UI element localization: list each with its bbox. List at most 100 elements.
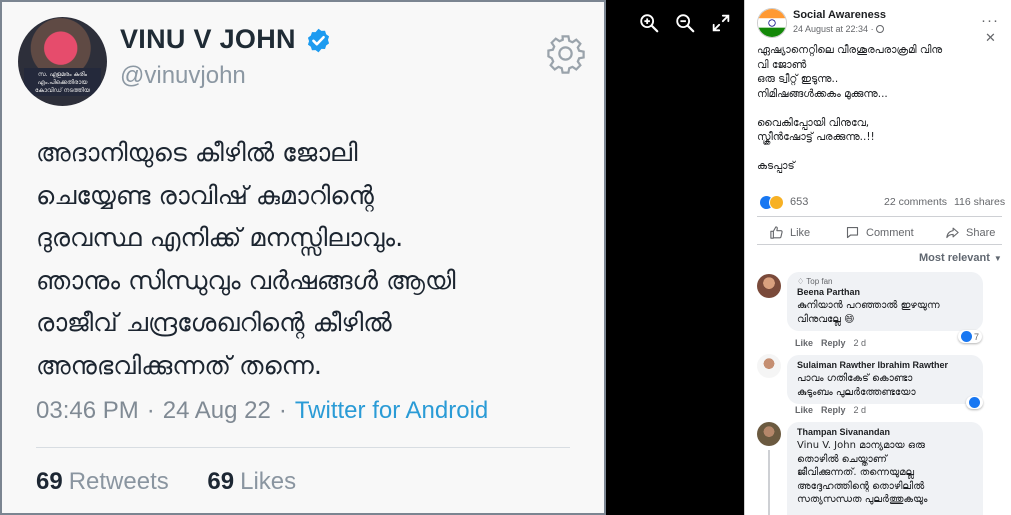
likes-stat[interactable]: 69 Likes <box>207 468 296 495</box>
comment-reply-link[interactable]: Reply <box>821 405 846 415</box>
comment-bubble: Sulaiman Rawther Ibrahim Rawther പാവം ഗത… <box>787 355 983 404</box>
tweet-date: 24 Aug 22 <box>162 397 271 424</box>
zoom-out-icon[interactable] <box>674 12 696 34</box>
share-button[interactable]: Share <box>945 225 995 240</box>
comment-line: കുടുംബം പുലർത്തേണ്ടയോ <box>797 386 916 398</box>
comments-count-link[interactable]: 22 comments <box>884 196 947 208</box>
likes-label: Likes <box>240 468 297 495</box>
like-reaction-icon <box>969 397 980 408</box>
sort-label: Most relevant <box>919 252 990 264</box>
tweet-text-line: രാജീവ് ചന്ദ്രശേഖറിന്റെ കീഴിൽ <box>36 308 392 338</box>
comment-reaction-badge[interactable]: 7 <box>958 330 983 343</box>
post-line: സ്ക്രീൻഷോട്ട് പരക്കുന്നു..!! <box>757 131 875 143</box>
top-fan-label: Top fan <box>806 277 833 286</box>
post-line: കടപ്പാട് <box>757 160 795 172</box>
comment-icon <box>846 226 859 239</box>
likes-count: 69 <box>207 468 235 495</box>
more-options-icon[interactable]: ··· <box>981 12 999 29</box>
avatar-caption-line: എം.പിക്കെതിരായ <box>37 79 88 86</box>
avatar-caption: സ. എളമരം കരിം എം.പിക്കെതിരായ കോവിഡ് നടത്… <box>24 68 101 96</box>
comment-line: സത്യസന്ധത പുലർത്തുകയും <box>797 494 928 505</box>
post-line: വൈകിപ്പോയി വിനുവേ, <box>757 116 870 129</box>
comment-line: തൊഴിൽ ചെയ്താണ് <box>797 453 887 465</box>
commenter-avatar[interactable] <box>757 274 781 298</box>
comment-reaction-count: 7 <box>974 331 980 342</box>
comment-actions: Like Reply 2 d <box>795 338 874 348</box>
like-label: Like <box>790 226 811 239</box>
caret-down-icon: ▼ <box>993 254 1002 263</box>
top-fan-badge: ♢ Top fan <box>797 277 833 286</box>
post-line: ഏഷ്യാനെറ്റിലെ വീരശൂരപരാക്രമി വിനു <box>757 44 943 56</box>
post-line: വി ജോൺ <box>757 58 807 71</box>
tweet-text-line: ദുരവസ്ഥ എനിക്ക് മനസ്സിലാവും. <box>36 223 404 253</box>
comment-like-link[interactable]: Like <box>795 338 813 348</box>
comment-line: വിനുവല്ലേ 😄 <box>797 313 855 325</box>
globe-icon <box>875 25 884 33</box>
page-name-link[interactable]: Social Awareness <box>793 9 886 21</box>
tweet-text-line: ചെയ്യേണ്ട രാവിഷ് കുമാറിന്റെ <box>36 180 374 211</box>
tweet-stats: 69 Retweets 69 Likes <box>36 468 328 496</box>
tweet-text-line: ഞാനും സിന്ധുവും വർഷങ്ങൾ ആയി <box>36 265 456 296</box>
tweet-meta: 03:46 PM · 24 Aug 22 · Twitter for Android <box>36 397 489 424</box>
comment-sort-dropdown[interactable]: Most relevant ▼ <box>919 252 1002 264</box>
commenter-name[interactable]: Thampan Sivanandan <box>797 427 973 437</box>
comment-label: Comment <box>866 226 914 239</box>
comment-line: Vinu V. John മാന്യമായ ഒരു <box>797 440 925 451</box>
comment-age[interactable]: 2 d <box>854 405 867 415</box>
tweet-text: അദാനിയുടെ കീഴിൽ ജോലി ചെയ്യേണ്ട രാവിഷ് കു… <box>36 132 592 387</box>
shares-count-link[interactable]: 116 shares <box>954 196 1005 208</box>
post-date-text[interactable]: 24 August at 22:34 · <box>793 24 874 34</box>
comment-actions: Like Reply 2 d <box>795 405 874 415</box>
comment-line: കുനിയാൻ പറഞ്ഞാൽ ഇഴയുന്ന <box>797 300 940 311</box>
tweet-text-line: അനുഭവിക്കുന്നത് തന്നെ. <box>36 350 322 381</box>
share-icon <box>946 227 959 239</box>
comment-reply-link[interactable]: Reply <box>821 338 846 348</box>
comment-age[interactable]: 2 d <box>854 338 867 348</box>
gear-icon[interactable] <box>545 33 586 74</box>
tweet-handle: @vinuvjohn <box>120 62 246 89</box>
photo-viewer-toolbar <box>606 0 744 515</box>
commenter-avatar[interactable] <box>757 354 781 378</box>
tweet-text-line: അദാനിയുടെ കീഴിൽ ജോലി <box>36 138 358 168</box>
commenter-avatar[interactable] <box>757 422 781 446</box>
comment-line: ജീവിക്കുന്നത്. തന്നെയുമല്ല <box>797 467 915 478</box>
post-text: ഏഷ്യാനെറ്റിലെ വീരശൂരപരാക്രമി വിനു വി ജോൺ… <box>757 43 995 174</box>
zoom-in-icon[interactable] <box>638 12 660 34</box>
divider <box>757 216 1002 217</box>
tweet-avatar: സ. എളമരം കരിം എം.പിക്കെതിരായ കോവിഡ് നടത്… <box>18 17 107 106</box>
facebook-post-panel: Social Awareness 24 August at 22:34 · ··… <box>744 0 1011 515</box>
tweet-screenshot: സ. എളമരം കരിം എം.പിക്കെതിരായ കോവിഡ് നടത്… <box>0 0 606 515</box>
commenter-name[interactable]: Beena Parthan <box>797 287 973 297</box>
retweets-stat[interactable]: 69 Retweets <box>36 468 169 495</box>
avatar-caption-line: കോവിഡ് നടത്തിയ <box>35 87 90 94</box>
commenter-name[interactable]: Sulaiman Rawther Ibrahim Rawther <box>797 360 973 370</box>
reaction-summary[interactable]: 653 <box>759 193 808 211</box>
comment-button[interactable]: Comment <box>845 225 914 240</box>
post-date: 24 August at 22:34 · <box>793 24 884 34</box>
share-label: Share <box>966 226 996 239</box>
comment-reaction-badge[interactable] <box>966 396 983 409</box>
divider <box>36 447 570 448</box>
post-line: ഒരു ട്വീറ്റ് ഇടുന്നു.. <box>757 73 839 85</box>
expand-icon[interactable] <box>710 12 732 34</box>
haha-reaction-icon <box>769 194 784 210</box>
post-line: നിമിഷങ്ങൾക്കകം മുക്കുന്നു... <box>757 87 888 100</box>
reaction-count: 653 <box>790 196 809 208</box>
page-avatar-flag[interactable] <box>757 8 787 38</box>
tweet-time: 03:46 PM <box>36 397 139 424</box>
thumbs-up-icon <box>770 226 783 239</box>
reply-thread-line <box>768 450 770 515</box>
verified-badge-icon <box>307 28 330 53</box>
like-button[interactable]: Like <box>769 225 810 240</box>
comment-bubble: Thampan Sivanandan Vinu V. John മാന്യമായ… <box>787 422 983 515</box>
comment-like-link[interactable]: Like <box>795 405 813 415</box>
retweets-count: 69 <box>36 468 63 495</box>
divider <box>757 244 1002 245</box>
engagement-counts: 22 comments 116 shares <box>880 196 1005 208</box>
tweet-source-link[interactable]: Twitter for Android <box>295 397 488 424</box>
comment-line: പാവം ഗതികേട് കൊണ്ടാ <box>797 373 913 384</box>
comment-bubble: ♢ Top fan Beena Parthan കുനിയാൻ പറഞ്ഞാൽ … <box>787 272 983 331</box>
retweets-label: Retweets <box>68 468 169 495</box>
